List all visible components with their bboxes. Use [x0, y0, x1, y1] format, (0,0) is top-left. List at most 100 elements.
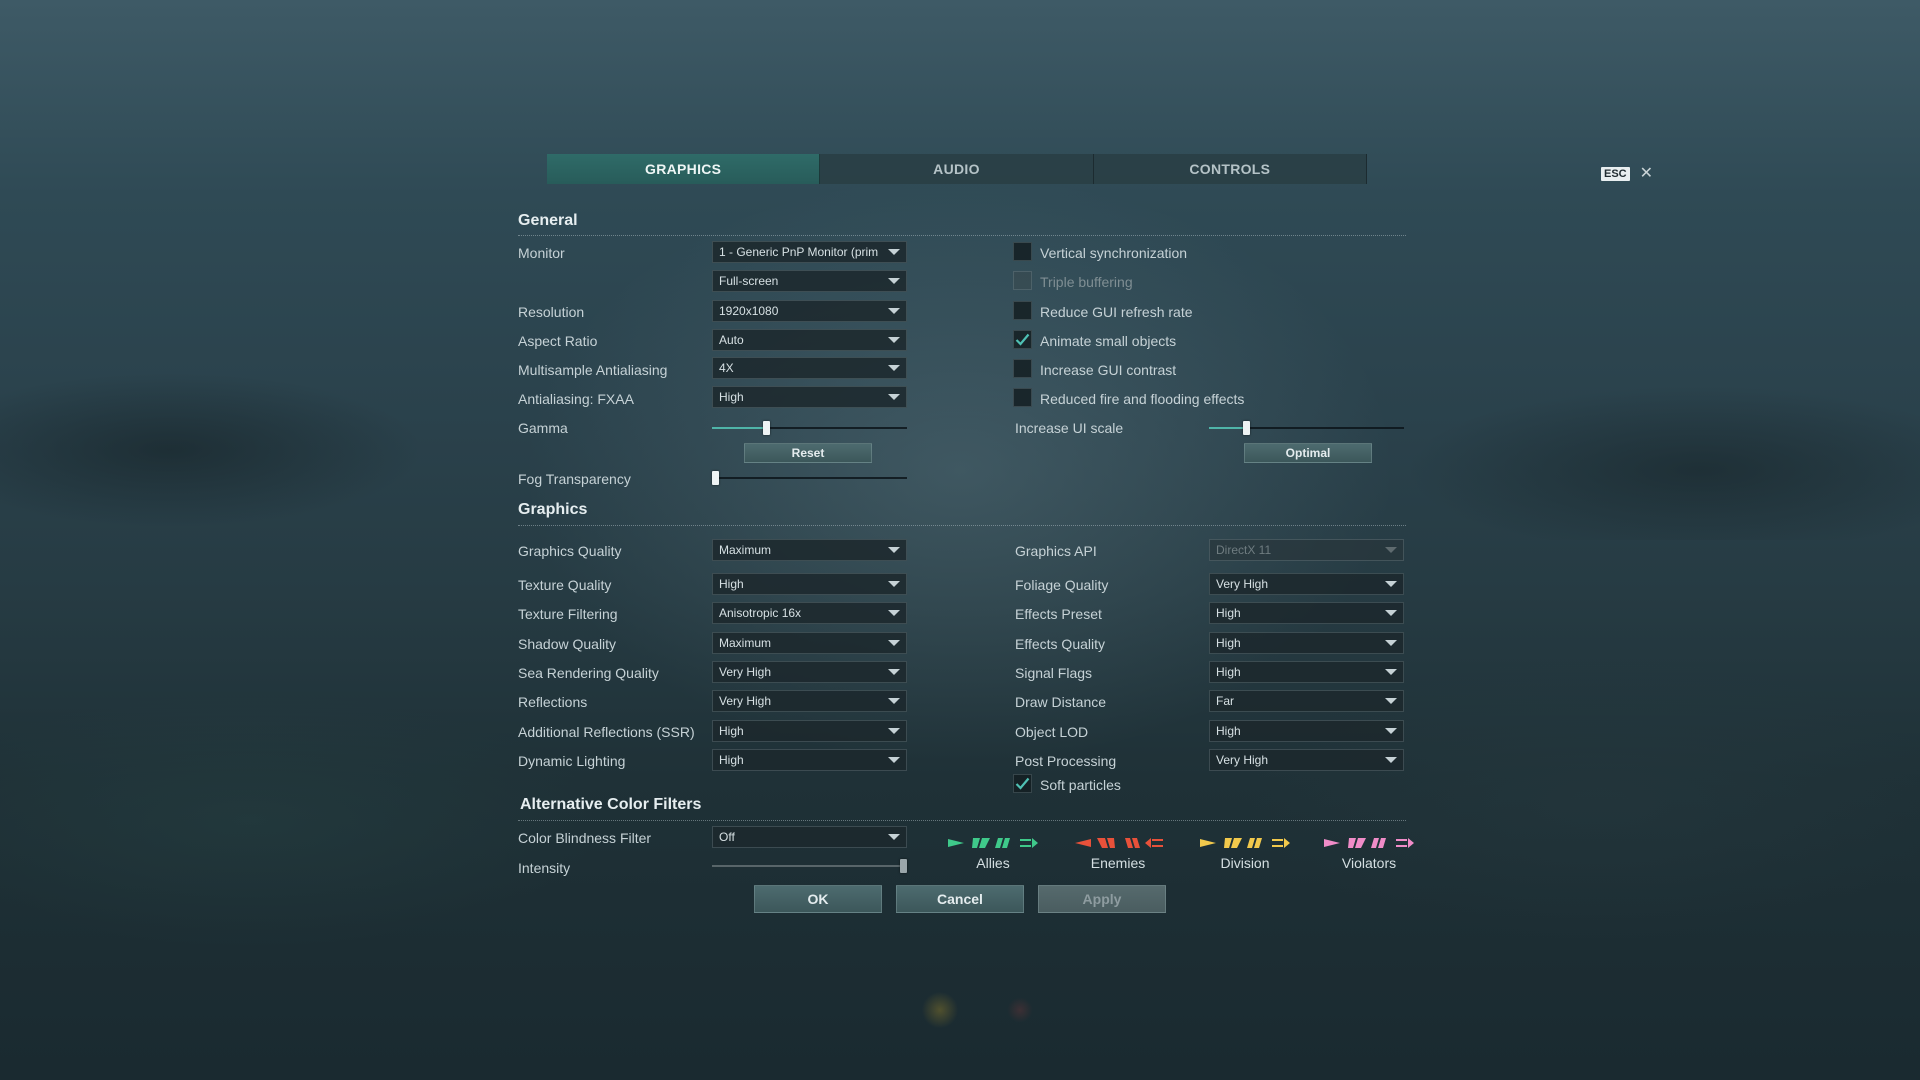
increase-gui-contrast-checkbox[interactable] [1013, 359, 1032, 378]
graphics-setting-dropdown[interactable]: High [1209, 602, 1404, 624]
dropdown-value: Maximum [719, 636, 772, 650]
intensity-slider[interactable] [712, 859, 907, 873]
esc-key-badge[interactable]: ESC [1601, 167, 1630, 181]
slider-thumb[interactable] [900, 859, 907, 873]
cancel-button[interactable]: Cancel [896, 885, 1024, 913]
apply-button[interactable]: Apply [1038, 885, 1166, 913]
color-blindness-dropdown[interactable]: Off [712, 826, 907, 848]
aspect-ratio-dropdown[interactable]: Auto [712, 329, 907, 351]
animate-small-objects-checkbox[interactable] [1013, 330, 1032, 349]
checkmark-icon [1015, 333, 1030, 346]
ship-arrow-icon [1075, 839, 1091, 847]
dropdown-value: Off [719, 830, 735, 844]
chevron-down-icon [888, 640, 900, 646]
chevron-down-icon [888, 834, 900, 840]
slider-thumb[interactable] [763, 421, 770, 435]
reduced-fire-label: Reduced fire and flooding effects [1040, 391, 1245, 407]
color-blindness-label: Color Blindness Filter [518, 830, 652, 846]
graphics-setting-dropdown[interactable]: Far [1209, 690, 1404, 712]
ship-flag-icon [1272, 838, 1290, 848]
fxaa-dropdown[interactable]: High [712, 386, 907, 408]
tab-controls[interactable]: CONTROLS [1094, 154, 1367, 184]
triple-buffering-checkbox[interactable] [1013, 271, 1032, 290]
resolution-label: Resolution [518, 304, 585, 320]
ship-arrow-icon [1324, 839, 1340, 847]
reduce-gui-refresh-label: Reduce GUI refresh rate [1040, 304, 1193, 320]
graphics-setting-label: Additional Reflections (SSR) [518, 724, 695, 740]
tab-graphics[interactable]: GRAPHICS [547, 154, 821, 184]
graphics-setting-dropdown[interactable]: Maximum [712, 539, 907, 561]
slider-track [712, 477, 907, 479]
background-hills [0, 280, 1920, 540]
fog-transparency-slider[interactable] [712, 471, 907, 485]
intensity-label: Intensity [518, 860, 571, 876]
dropdown-value: 1920x1080 [719, 304, 779, 318]
close-control[interactable]: ESC ✕ [1601, 166, 1653, 182]
gamma-slider[interactable] [712, 421, 907, 435]
animate-small-objects-label: Animate small objects [1040, 333, 1177, 349]
ship-parallel-icon [1224, 838, 1242, 848]
msaa-dropdown[interactable]: 4X [712, 357, 907, 379]
chevron-down-icon [888, 669, 900, 675]
slider-thumb[interactable] [1243, 421, 1250, 435]
dropdown-value: High [719, 577, 744, 591]
chevron-down-icon [1385, 547, 1397, 553]
reduced-fire-checkbox[interactable] [1013, 388, 1032, 407]
dropdown-value: High [1216, 724, 1241, 738]
reduce-gui-refresh-checkbox[interactable] [1013, 301, 1032, 320]
ship-parallel-icon [1097, 838, 1115, 848]
filter-group-violators: Violators [1314, 837, 1424, 871]
reset-button[interactable]: Reset [744, 443, 872, 463]
ship-parallel-icon [1348, 838, 1366, 848]
graphics-setting-dropdown[interactable]: High [712, 720, 907, 742]
chevron-down-icon [888, 581, 900, 587]
graphics-setting-dropdown[interactable]: High [1209, 720, 1404, 742]
filter-icons [938, 837, 1048, 849]
chevron-down-icon [1385, 728, 1397, 734]
graphics-setting-dropdown[interactable]: DirectX 11 [1209, 539, 1404, 561]
graphics-setting-dropdown[interactable]: High [712, 749, 907, 771]
chevron-down-icon [888, 278, 900, 284]
settings-tabs: GRAPHICS AUDIO CONTROLS [547, 154, 1367, 184]
vsync-checkbox[interactable] [1013, 242, 1032, 261]
graphics-setting-dropdown[interactable]: Very High [1209, 573, 1404, 595]
graphics-setting-dropdown[interactable]: Very High [1209, 749, 1404, 771]
dropdown-value: Anisotropic 16x [719, 606, 802, 620]
graphics-setting-dropdown[interactable]: Very High [712, 661, 907, 683]
resolution-dropdown[interactable]: 1920x1080 [712, 300, 907, 322]
graphics-setting-dropdown[interactable]: Maximum [712, 632, 907, 654]
chevron-down-icon [888, 698, 900, 704]
monitor-dropdown[interactable]: 1 - Generic PnP Monitor (prim [712, 241, 907, 263]
graphics-setting-label: Effects Preset [1015, 606, 1102, 622]
display-mode-dropdown[interactable]: Full-screen [712, 270, 907, 292]
graphics-setting-label: Post Processing [1015, 753, 1117, 769]
tab-audio[interactable]: AUDIO [820, 154, 1094, 184]
optimal-button[interactable]: Optimal [1244, 443, 1372, 463]
ok-button[interactable]: OK [754, 885, 882, 913]
graphics-setting-dropdown[interactable]: Very High [712, 690, 907, 712]
vsync-label: Vertical synchronization [1040, 245, 1188, 261]
fxaa-label: Antialiasing: FXAA [518, 391, 634, 407]
chevron-down-icon [1385, 610, 1397, 616]
increase-gui-contrast-label: Increase GUI contrast [1040, 362, 1177, 378]
chevron-down-icon [888, 394, 900, 400]
graphics-setting-dropdown[interactable]: Anisotropic 16x [712, 602, 907, 624]
filter-group-label: Allies [976, 855, 1010, 871]
triple-buffering-label: Triple buffering [1040, 274, 1133, 290]
close-icon[interactable]: ✕ [1640, 166, 1653, 182]
dropdown-value: High [1216, 636, 1241, 650]
dropdown-value: High [719, 753, 744, 767]
ui-scale-slider[interactable] [1209, 421, 1404, 435]
chevron-down-icon [888, 728, 900, 734]
dropdown-value: Very High [719, 694, 772, 708]
graphics-setting-dropdown[interactable]: High [712, 573, 907, 595]
dropdown-value: High [719, 390, 744, 404]
soft-particles-checkbox[interactable] [1013, 774, 1032, 793]
chevron-down-icon [888, 337, 900, 343]
slider-thumb[interactable] [712, 471, 719, 485]
dropdown-value: High [719, 724, 744, 738]
graphics-setting-dropdown[interactable]: High [1209, 661, 1404, 683]
filter-group-label: Division [1220, 855, 1270, 871]
ship-arrow-icon [1200, 839, 1216, 847]
graphics-setting-dropdown[interactable]: High [1209, 632, 1404, 654]
